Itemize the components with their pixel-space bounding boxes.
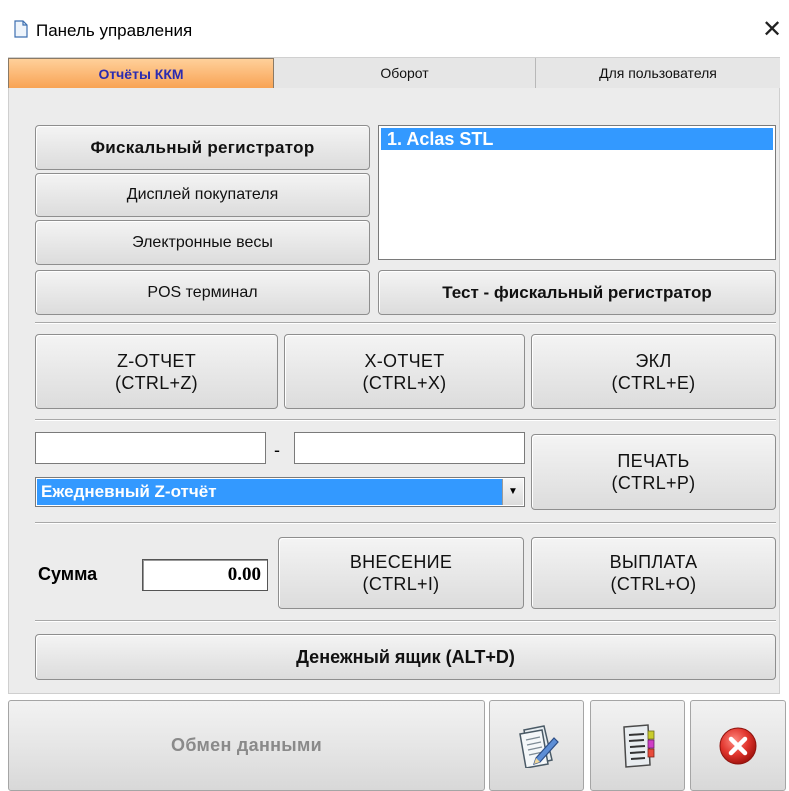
period-separator: - bbox=[274, 440, 280, 460]
z-report-shortcut: (CTRL+Z) bbox=[115, 372, 198, 393]
exit-button[interactable] bbox=[690, 700, 786, 791]
document-list-button[interactable] bbox=[590, 700, 685, 791]
period-to-input[interactable] bbox=[294, 432, 525, 464]
report-edit-icon bbox=[518, 724, 559, 768]
deposit-label: ВНЕСЕНИЕ bbox=[349, 552, 453, 572]
tab-user[interactable]: Для пользователя bbox=[536, 58, 780, 89]
window-title: Панель управления bbox=[36, 21, 193, 40]
ekl-shortcut: (CTRL+E) bbox=[611, 372, 696, 393]
customer-display-button[interactable]: Дисплей покупателя bbox=[35, 173, 370, 217]
report-type-value: Ежедневный Z-отчёт bbox=[37, 479, 502, 505]
pos-terminal-button[interactable]: POS терминал bbox=[35, 270, 370, 315]
withdraw-shortcut: (CTRL+O) bbox=[610, 574, 697, 594]
tab-kkm-reports[interactable]: Отчёты ККМ bbox=[8, 58, 274, 89]
title-bar: Панель управления ✕ bbox=[0, 0, 789, 52]
separator bbox=[35, 620, 776, 622]
electronic-scales-button[interactable]: Электронные весы bbox=[35, 220, 370, 265]
close-icon[interactable]: ✕ bbox=[758, 15, 786, 43]
sum-label: Сумма bbox=[38, 564, 98, 584]
deposit-button[interactable]: ВНЕСЕНИЕ (CTRL+I) bbox=[278, 537, 524, 609]
report-edit-button[interactable] bbox=[489, 700, 584, 791]
ekl-label: ЭКЛ bbox=[635, 350, 672, 371]
withdraw-button[interactable]: ВЫПЛАТА (CTRL+O) bbox=[531, 537, 776, 609]
tab-turnover[interactable]: Оборот bbox=[274, 58, 536, 89]
device-list[interactable]: 1. Aclas STL bbox=[378, 125, 776, 260]
withdraw-label: ВЫПЛАТА bbox=[609, 552, 698, 572]
tab-bar: Отчёты ККМ Оборот Для пользователя bbox=[8, 57, 780, 89]
chevron-down-icon[interactable]: ▼ bbox=[502, 479, 523, 505]
x-report-shortcut: (CTRL+X) bbox=[362, 372, 447, 393]
z-report-label: Z-ОТЧЕТ bbox=[116, 350, 197, 371]
fiscal-registrar-button[interactable]: Фискальный регистратор bbox=[35, 125, 370, 170]
ekl-button[interactable]: ЭКЛ (CTRL+E) bbox=[531, 334, 776, 409]
print-shortcut: (CTRL+P) bbox=[611, 473, 696, 493]
print-button[interactable]: ПЕЧАТЬ (CTRL+P) bbox=[531, 434, 776, 510]
separator bbox=[35, 419, 776, 421]
report-type-select[interactable]: Ежедневный Z-отчёт ▼ bbox=[35, 477, 525, 507]
x-report-button[interactable]: X-ОТЧЕТ (CTRL+X) bbox=[284, 334, 525, 409]
deposit-shortcut: (CTRL+I) bbox=[362, 574, 440, 594]
sum-input[interactable]: 0.00 bbox=[142, 559, 268, 591]
data-exchange-button[interactable]: Обмен данными bbox=[8, 700, 485, 791]
device-list-item[interactable]: 1. Aclas STL bbox=[381, 128, 773, 150]
cash-drawer-button[interactable]: Денежный ящик (ALT+D) bbox=[35, 634, 776, 680]
exit-icon bbox=[719, 727, 757, 764]
test-fiscal-button[interactable]: Тест - фискальный регистратор bbox=[378, 270, 776, 315]
period-from-input[interactable] bbox=[35, 432, 266, 464]
print-label: ПЕЧАТЬ bbox=[617, 451, 690, 471]
separator bbox=[35, 322, 776, 324]
x-report-label: X-ОТЧЕТ bbox=[364, 350, 445, 371]
separator bbox=[35, 522, 776, 524]
document-list-icon bbox=[622, 723, 654, 768]
z-report-button[interactable]: Z-ОТЧЕТ (CTRL+Z) bbox=[35, 334, 278, 409]
window-icon bbox=[14, 20, 28, 38]
